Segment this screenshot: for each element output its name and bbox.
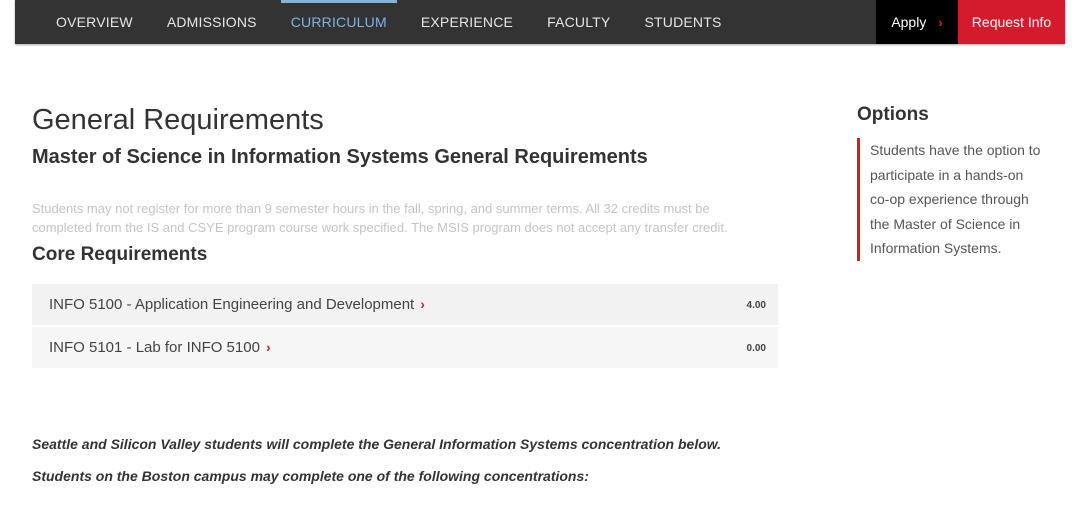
options-sidebar: Options Students have the option to part… xyxy=(857,104,1057,261)
apply-button[interactable]: Apply › xyxy=(876,0,958,44)
course-credits: 0.00 xyxy=(746,343,766,354)
course-name: INFO 5101 - Lab for INFO 5100 › xyxy=(49,327,271,368)
chevron-right-icon: › xyxy=(420,296,425,312)
nav-item-experience[interactable]: EXPERIENCE xyxy=(421,0,513,44)
intro-paragraph: Students may not register for more than … xyxy=(32,201,728,235)
sidebar-title: Options xyxy=(857,104,929,125)
course-title: INFO 5100 - Application Engineering and … xyxy=(49,296,415,313)
course-title: INFO 5101 - Lab for INFO 5100 xyxy=(49,339,260,356)
page-subtitle: Master of Science in Information Systems… xyxy=(32,146,648,168)
request-info-label: Request Info xyxy=(971,14,1052,30)
page-title: General Requirements xyxy=(32,104,324,136)
course-list: INFO 5100 - Application Engineering and … xyxy=(32,284,778,370)
course-row-info-5100[interactable]: INFO 5100 - Application Engineering and … xyxy=(32,284,778,325)
nav-links: OVERVIEW ADMISSIONS CURRICULUM EXPERIENC… xyxy=(15,0,756,44)
course-credits: 4.00 xyxy=(746,300,766,311)
note-seattle-silicon-valley: Seattle and Silicon Valley students will… xyxy=(32,436,722,452)
request-info-button[interactable]: Request Info xyxy=(958,0,1065,44)
chevron-right-icon: › xyxy=(265,339,271,355)
note-boston-campus: Students on the Boston campus may comple… xyxy=(32,468,589,484)
course-row-info-5101[interactable]: INFO 5101 - Lab for INFO 5100 › 0.00 xyxy=(32,327,778,368)
nav-item-overview[interactable]: OVERVIEW xyxy=(56,0,133,44)
nav-item-curriculum[interactable]: CURRICULUM xyxy=(280,0,397,44)
nav-bar: OVERVIEW ADMISSIONS CURRICULUM EXPERIENC… xyxy=(15,0,1065,44)
nav-item-faculty[interactable]: FACULTY xyxy=(547,0,610,44)
top-navigation: OVERVIEW ADMISSIONS CURRICULUM EXPERIENC… xyxy=(0,0,1080,44)
apply-button-label: Apply xyxy=(891,14,927,30)
course-name: INFO 5100 - Application Engineering and … xyxy=(49,284,425,325)
sidebar-callout: Students have the option to participate … xyxy=(857,138,1045,261)
nav-item-admissions[interactable]: ADMISSIONS xyxy=(167,0,257,44)
nav-item-students[interactable]: STUDENTS xyxy=(644,0,721,44)
chevron-right-icon: › xyxy=(938,14,943,30)
core-requirements-heading: Core Requirements xyxy=(32,244,208,265)
